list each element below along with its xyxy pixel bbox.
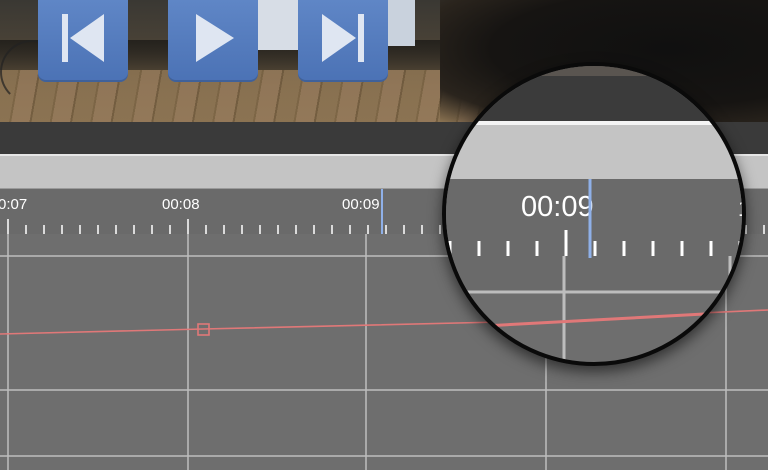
magnifier-lens: 00:09 1: [442, 62, 746, 366]
play-button[interactable]: [168, 0, 258, 82]
magnified-animation-curve: [446, 310, 742, 330]
skip-previous-icon: [62, 14, 104, 62]
next-button[interactable]: [298, 0, 388, 82]
play-icon: [196, 14, 234, 62]
skip-next-icon: [322, 14, 364, 62]
previous-button[interactable]: [38, 0, 128, 82]
magnified-ticks: [446, 179, 742, 362]
video-box-small: [385, 0, 415, 46]
